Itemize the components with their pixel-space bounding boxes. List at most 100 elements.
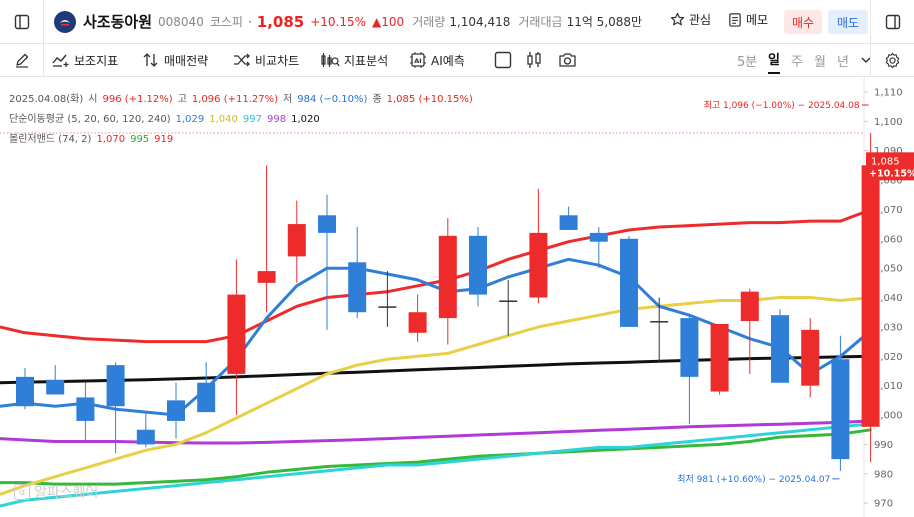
candle-up xyxy=(710,323,729,392)
info-open-value: 996 (+1.12%) xyxy=(102,94,173,105)
ma20-value: 1,040 xyxy=(209,114,238,125)
ma-info-line[interactable]: 단순이동평균 (5, 20, 60, 120, 240) 1,029 1,040 99… xyxy=(9,110,325,125)
right-panel-toggle-button[interactable] xyxy=(870,0,914,44)
sell-button[interactable]: 매도 xyxy=(828,10,868,34)
ma60-value: 997 xyxy=(242,114,262,125)
price-chart-area[interactable]: 970 980 990 1,000 1,010 1,020 1,030 1,040 1,050 1… xyxy=(0,78,914,517)
price-badge-change: +10.15% xyxy=(869,168,914,179)
current-price: 1,085 xyxy=(256,12,305,31)
company-logo xyxy=(54,10,76,33)
candle-down xyxy=(76,397,95,421)
drawing-tool-button[interactable] xyxy=(0,44,44,76)
strategy-label: 매매전략 xyxy=(164,53,209,68)
candle-up xyxy=(227,294,246,374)
period-day-tab[interactable]: 일 xyxy=(768,44,780,74)
strategy-button[interactable]: 매매전략 xyxy=(142,44,208,76)
info-low-value: 984 (−0.10%) xyxy=(297,94,368,105)
bb-upper-value: 1,070 xyxy=(96,134,126,145)
stock-header: 사조동아원 008040 코스피 · 1,085 +10.15% ▲100 거래… xyxy=(0,0,914,44)
volume-label: 거래량 xyxy=(412,15,446,29)
info-open-label: 시 xyxy=(88,94,98,105)
ai-chip-icon: AI xyxy=(410,52,426,68)
chart-settings-button[interactable] xyxy=(870,44,914,76)
candle-up xyxy=(499,300,518,302)
y-tick-label: 1,110 xyxy=(874,87,903,98)
pencil-icon xyxy=(15,53,28,68)
change-percent: +10.15% xyxy=(310,14,367,29)
period-month-tab[interactable]: 월 xyxy=(814,44,826,76)
ai-label: AI예측 xyxy=(431,53,465,68)
candle-down xyxy=(16,376,34,407)
price-badge-value: 1,085 xyxy=(871,156,900,167)
shuffle-icon xyxy=(234,53,250,67)
candle-up xyxy=(650,321,669,323)
indicator-icon xyxy=(52,54,69,67)
candle-down xyxy=(167,400,185,421)
analysis-label: 지표분석 xyxy=(344,53,389,68)
candle-down xyxy=(589,232,608,242)
buy-button[interactable]: 매수 xyxy=(784,10,822,34)
info-date: 2025.04.08(화) xyxy=(9,94,84,105)
candlestick-icon xyxy=(527,52,541,68)
candle-down xyxy=(318,215,336,233)
candle-up xyxy=(378,306,397,308)
logo-mark-icon xyxy=(60,19,70,25)
volume-value: 1,104,418 xyxy=(449,14,511,29)
memo-icon xyxy=(729,13,741,27)
info-high-label: 고 xyxy=(177,94,187,105)
candle-down xyxy=(620,238,638,327)
bb-lower-value: 919 xyxy=(154,134,174,145)
candle-down xyxy=(348,262,367,313)
sidebar-toggle-button[interactable] xyxy=(0,0,44,44)
ai-forecast-button[interactable]: AI AI예측 xyxy=(409,44,465,76)
watch-label: 관심 xyxy=(689,13,712,27)
sort-arrows-icon xyxy=(143,53,158,67)
candle-up xyxy=(529,232,548,298)
candle-up xyxy=(408,312,427,333)
camera-icon xyxy=(559,53,576,67)
watermark: α 알파스퀘어 xyxy=(14,482,98,502)
compare-label: 비교차트 xyxy=(255,53,300,68)
candle-up xyxy=(801,329,820,386)
candle-down xyxy=(559,215,578,230)
candle-down xyxy=(831,359,850,460)
candle-down xyxy=(771,315,789,383)
candle-up xyxy=(257,271,276,283)
candle-down xyxy=(106,365,125,407)
analysis-button[interactable]: 지표분석 xyxy=(320,44,388,76)
candle-down xyxy=(680,318,699,377)
layout-toggle-button[interactable] xyxy=(494,51,512,73)
square-icon xyxy=(494,51,512,69)
candle-up xyxy=(287,224,306,257)
period-year-tab[interactable]: 년 xyxy=(837,44,849,76)
market-name: 코스피 xyxy=(209,15,243,29)
ma-label: 단순이동평균 (5, 20, 60, 120, 240) xyxy=(9,114,171,125)
chart-toolbar: 보조지표 매매전략 비교차트 지표분석 AI AI예측 5분 일 주 월 년 xyxy=(0,44,914,77)
compare-button[interactable]: 비교차트 xyxy=(233,44,299,76)
sidebar-icon xyxy=(14,14,29,29)
high-annotation: 최고 1,096 (−1.00%) − 2025.04.08 xyxy=(704,100,860,111)
candle-up xyxy=(740,291,759,322)
memo-button[interactable]: 메모 xyxy=(728,11,768,28)
change-amount: ▲100 xyxy=(372,14,405,29)
memo-label: 메모 xyxy=(746,13,769,27)
ma5-value: 1,029 xyxy=(175,114,205,125)
y-tick-label: 980 xyxy=(874,469,893,480)
candle-down xyxy=(469,235,487,295)
ma20-line xyxy=(0,296,872,496)
candle-type-button[interactable] xyxy=(525,51,543,73)
ma240-value: 1,020 xyxy=(291,114,320,125)
bollinger-info-line[interactable]: 볼린저밴드 (74, 2) 1,070 995 919 xyxy=(9,130,178,145)
indicators-button[interactable]: 보조지표 xyxy=(52,44,118,76)
period-week-tab[interactable]: 주 xyxy=(791,44,803,76)
info-low-label: 저 xyxy=(283,94,293,105)
y-tick-label: 1,100 xyxy=(874,117,903,128)
period-5min-tab[interactable]: 5분 xyxy=(737,44,757,76)
watch-button[interactable]: 관심 xyxy=(670,11,711,28)
indicators-label: 보조지표 xyxy=(74,53,119,68)
bb-label: 볼린저밴드 (74, 2) xyxy=(9,134,92,145)
screenshot-button[interactable] xyxy=(558,51,577,73)
svg-text:AI: AI xyxy=(414,57,421,65)
watermark-text: 알파스퀘어 xyxy=(34,485,99,501)
candle-down xyxy=(197,382,216,413)
